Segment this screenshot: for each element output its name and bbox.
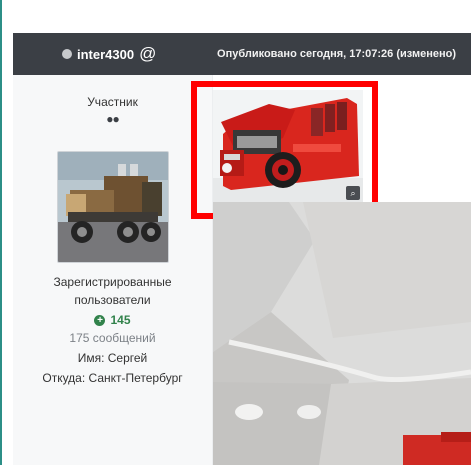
mention-icon[interactable]: @	[139, 44, 156, 64]
large-photo	[213, 202, 471, 465]
side-accent-line	[0, 0, 2, 465]
user-group: Зарегистрированные пользователи	[13, 273, 212, 309]
large-attachment-image[interactable]	[213, 202, 471, 465]
forum-page: inter4300 @ Опубликовано сегодня, 17:07:…	[0, 0, 471, 465]
user-rank: Участник	[87, 95, 138, 109]
avatar-image	[58, 152, 168, 262]
username-link[interactable]: inter4300	[77, 47, 134, 62]
user-group-line-1: Зарегистрированные	[53, 275, 172, 289]
magnify-icon[interactable]: ⌕	[346, 186, 360, 200]
author-panel: Участник ●● Зарегистрированные пользоват…	[13, 75, 213, 465]
reputation-value: 145	[110, 313, 131, 327]
offline-status-icon	[62, 49, 72, 59]
attachment-thumbnail[interactable]: ⌕	[213, 90, 363, 202]
user-name-field: Имя: Сергей	[77, 351, 148, 365]
avatar[interactable]	[57, 151, 169, 263]
plus-circle-icon: +	[94, 314, 106, 326]
bus-photo	[213, 90, 363, 202]
post-header: inter4300 @ Опубликовано сегодня, 17:07:…	[13, 33, 471, 75]
rank-pips: ●●	[106, 112, 120, 126]
reputation-badge: + 145	[13, 313, 212, 327]
post-date: Опубликовано сегодня, 17:07:26 (изменено…	[217, 48, 456, 60]
user-location-field: Откуда: Санкт-Петербург	[42, 371, 183, 385]
post-count: 175 сообщений	[69, 331, 156, 345]
post-author: inter4300 @	[62, 33, 156, 75]
user-group-line-2: пользователи	[74, 293, 151, 307]
